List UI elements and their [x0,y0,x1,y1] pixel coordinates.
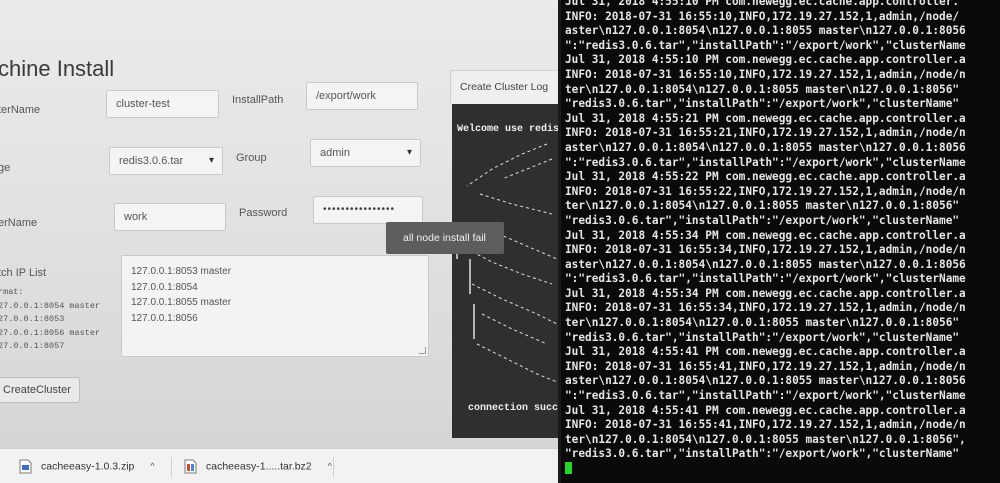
terminal-line: ter\n127.0.0.1:8054\n127.0.0.1:8055 mast… [565,432,966,446]
divider [333,457,334,477]
cluster-name-input[interactable]: cluster-test [106,90,219,118]
page-title: chine Install [0,56,115,81]
terminal-line: "redis3.0.6.tar","installPath":"/export/… [565,447,960,461]
user-name-label: erName [0,217,38,229]
terminal-line: INFO: 2018-07-31 16:55:10,INFO,172.19.27… [565,67,966,81]
install-path-input[interactable]: /export/work [306,82,418,110]
cluster-log-console: Welcome use redis connection success [452,104,560,438]
install-fail-tooltip: all node install fail [386,222,504,254]
terminal-line: "redis3.0.6.tar","installPath":"/export/… [565,213,960,227]
password-input[interactable]: •••••••••••••••• [313,196,423,224]
resize-grip-icon[interactable] [419,347,426,354]
ip-list-textarea[interactable]: 127.0.0.1:8053 master 127.0.0.1:8054 127… [121,255,429,357]
terminal-line: ":"redis3.0.6.tar","installPath":"/expor… [565,272,966,286]
zip-file-icon [19,459,32,474]
terminal-line: ":"redis3.0.6.tar","installPath":"/expor… [565,389,966,403]
terminal-output: Jul 31, 2018 4:55:10 PM com.newegg.ec.ca… [565,0,966,477]
ip-line: 127.0.0.1:8054 [131,281,198,293]
ip-line: 127.0.0.1:8053 master [131,266,232,277]
install-path-label: InstallPath [232,94,284,106]
download-filename: cacheeasy-1.....tar.bz2 [206,460,312,473]
terminal-window[interactable]: Jul 31, 2018 4:55:10 PM com.newegg.ec.ca… [558,0,1000,483]
terminal-line: Jul 31, 2018 4:55:34 PM com.newegg.ec.ca… [565,286,966,300]
terminal-line: Jul 31, 2018 4:55:10 PM com.newegg.ec.ca… [565,0,960,8]
terminal-cursor [565,462,572,474]
terminal-line: INFO: 2018-07-31 16:55:41,INFO,172.19.27… [565,418,966,432]
group-label: Group [236,152,267,164]
terminal-line: aster\n127.0.0.1:8054\n127.0.0.1:8055 ma… [565,257,966,271]
terminal-line: aster\n127.0.0.1:8054\n127.0.0.1:8055 ma… [565,24,966,38]
chevron-up-icon[interactable]: ^ [328,461,332,471]
tab-create-cluster-log[interactable]: Create Cluster Log [450,70,560,104]
terminal-line: Jul 31, 2018 4:55:41 PM com.newegg.ec.ca… [565,403,966,417]
user-name-input[interactable]: work [114,203,226,231]
terminal-line: INFO: 2018-07-31 16:55:34,INFO,172.19.27… [565,243,966,257]
terminal-line: INFO: 2018-07-31 16:55:34,INFO,172.19.27… [565,301,966,315]
download-item-zip[interactable]: cacheeasy-1.0.3.zip ^ [19,459,155,474]
terminal-prompt[interactable] [565,462,966,477]
terminal-line: INFO: 2018-07-31 16:55:41,INFO,172.19.27… [565,359,966,373]
terminal-line: Jul 31, 2018 4:55:22 PM com.newegg.ec.ca… [565,170,966,184]
terminal-line: INFO: 2018-07-31 16:55:10,INFO,172.19.27… [565,9,960,23]
terminal-line: Jul 31, 2018 4:55:41 PM com.newegg.ec.ca… [565,345,966,359]
image-select[interactable]: redis3.0.6.tar [109,147,223,175]
ip-line: 127.0.0.1:8056 [131,312,198,324]
group-select[interactable]: admin [310,139,421,167]
ip-line: 127.0.0.1:8055 master [131,297,232,308]
create-cluster-button[interactable]: CreateCluster [0,377,80,403]
cluster-name-label: terName [0,104,41,116]
terminal-line: ter\n127.0.0.1:8054\n127.0.0.1:8055 mast… [565,316,960,330]
terminal-line: INFO: 2018-07-31 16:55:21,INFO,172.19.27… [565,126,966,140]
divider [171,457,172,477]
terminal-line: ":"redis3.0.6.tar","installPath":"/expor… [565,155,966,169]
chevron-up-icon[interactable]: ^ [150,461,154,471]
ip-list-label: tch IP List [0,267,47,279]
terminal-line: Jul 31, 2018 4:55:21 PM com.newegg.ec.ca… [565,111,966,125]
terminal-line: aster\n127.0.0.1:8054\n127.0.0.1:8055 ma… [565,374,966,388]
terminal-line: "redis3.0.6.tar","installPath":"/export/… [565,97,960,111]
image-label: ge [0,162,11,174]
terminal-line: ter\n127.0.0.1:8054\n127.0.0.1:8055 mast… [565,199,960,213]
connection-status-text: connection success [468,403,560,414]
terminal-line: Jul 31, 2018 4:55:34 PM com.newegg.ec.ca… [565,228,966,242]
download-bar: cacheeasy-1.0.3.zip ^ cacheeasy-1.....tar… [0,448,560,483]
browser-window: chine Install terName cluster-test Insta… [0,0,560,483]
ip-format-hint: rmat: 27.0.0.1:8054 master 27.0.0.1:8053… [0,287,101,351]
archive-file-icon [184,459,197,474]
download-filename: cacheeasy-1.0.3.zip [41,460,135,473]
terminal-line: Jul 31, 2018 4:55:10 PM com.newegg.ec.ca… [565,53,966,67]
password-label: Password [239,207,288,219]
terminal-line: ter\n127.0.0.1:8054\n127.0.0.1:8055 mast… [565,82,960,96]
terminal-line: INFO: 2018-07-31 16:55:22,INFO,172.19.27… [565,184,966,198]
ascii-logo-art [456,143,558,383]
download-item-bz2[interactable]: cacheeasy-1.....tar.bz2 ^ [184,459,332,474]
terminal-line: aster\n127.0.0.1:8054\n127.0.0.1:8055 ma… [565,140,966,154]
terminal-line: ":"redis3.0.6.tar","installPath":"/expor… [565,38,966,52]
terminal-line: "redis3.0.6.tar","installPath":"/export/… [565,330,960,344]
